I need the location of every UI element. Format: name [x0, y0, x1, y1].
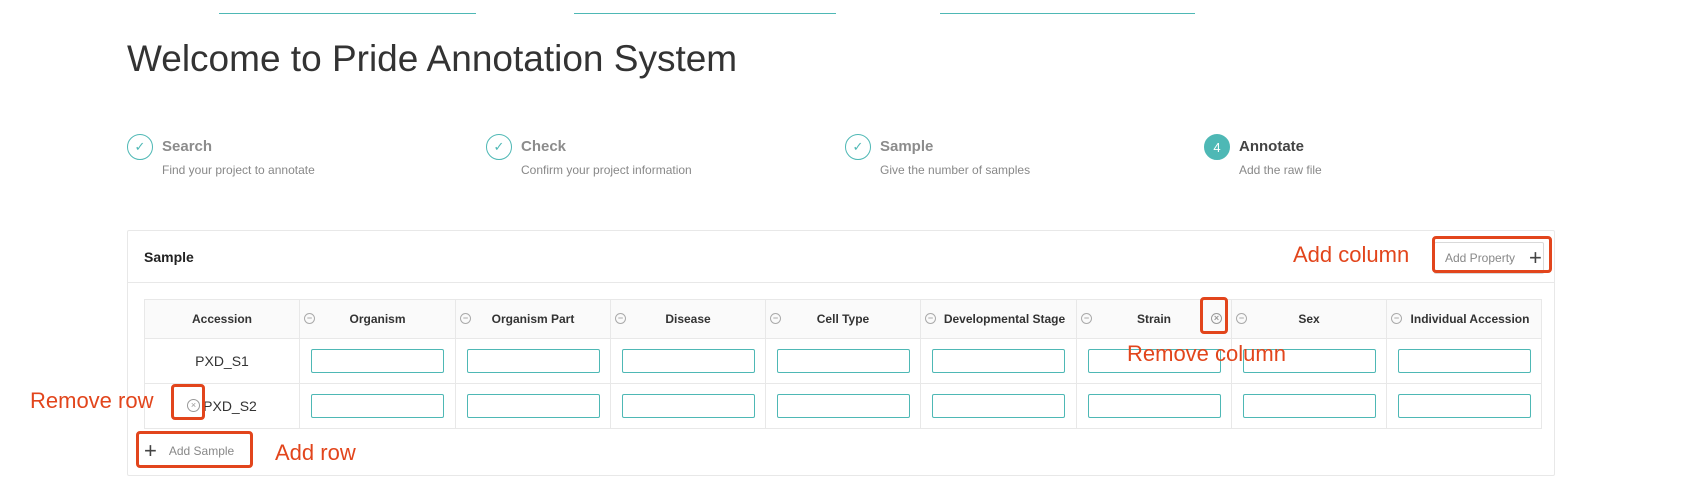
add-sample-button[interactable]: + Add Sample [139, 435, 249, 466]
page-title: Welcome to Pride Annotation System [127, 38, 738, 79]
check-icon: ✓ [486, 134, 512, 160]
annotation-remove-row: Remove row [30, 388, 154, 413]
step-connector [219, 13, 476, 14]
column-header: Accession [144, 299, 300, 339]
annotation-add-row: Add row [275, 440, 356, 465]
step-description: Add the raw file [1239, 163, 1322, 177]
remove-column-icon[interactable]: − [1391, 313, 1402, 324]
strain-input[interactable] [1087, 394, 1221, 418]
table-cell [610, 338, 766, 384]
step-connector [574, 13, 836, 14]
remove-column-icon[interactable]: − [1081, 313, 1092, 324]
disease-input[interactable] [621, 394, 755, 418]
step-title: Search [162, 138, 213, 155]
organism-part-input[interactable] [466, 394, 600, 418]
table-cell [1076, 383, 1232, 429]
annotation-add-column: Add column [1293, 242, 1410, 267]
individual-accession-input[interactable] [1397, 394, 1531, 418]
cell-type-input[interactable] [776, 394, 910, 418]
column-header: − Individual Accession [1386, 299, 1542, 339]
cell-type-input[interactable] [776, 349, 910, 373]
table-cell [455, 383, 611, 429]
column-header: − Developmental Stage [920, 299, 1077, 339]
close-circle-icon[interactable]: × [187, 399, 200, 412]
add-property-button[interactable]: Add Property + [1434, 242, 1544, 274]
step-title: Sample [880, 138, 934, 155]
add-sample-label: Add Sample [168, 443, 235, 458]
organism-part-input[interactable] [466, 349, 600, 373]
step-title: Check [521, 138, 567, 155]
sex-input[interactable] [1242, 394, 1376, 418]
column-header: − Cell Type [765, 299, 921, 339]
table-row: × PXD_S2 [144, 383, 1542, 429]
table-cell [610, 383, 766, 429]
plus-icon: + [144, 437, 157, 463]
check-icon: ✓ [845, 134, 871, 160]
step-connector [940, 13, 1195, 14]
table-cell [920, 383, 1077, 429]
step-description: Find your project to annotate [162, 163, 315, 177]
accession-cell: × PXD_S2 [144, 383, 300, 429]
add-property-label: Add Property [1445, 251, 1516, 265]
developmental-stage-input[interactable] [932, 349, 1065, 373]
annotation-remove-column: Remove column [1127, 341, 1286, 366]
step-description: Give the number of samples [880, 163, 1031, 177]
table-cell [299, 383, 456, 429]
column-header: − Disease [610, 299, 766, 339]
plus-icon: + [1529, 245, 1542, 270]
disease-input[interactable] [621, 349, 755, 373]
table-header-row: Accession − Organism − Organism Part − Dise… [144, 299, 1542, 339]
individual-accession-input[interactable] [1397, 349, 1531, 373]
table-cell [455, 338, 611, 384]
table-cell [299, 338, 456, 384]
table-cell [765, 383, 921, 429]
developmental-stage-input[interactable] [932, 394, 1065, 418]
table-cell [765, 338, 921, 384]
remove-column-icon[interactable]: − [304, 313, 315, 324]
table-cell [1231, 383, 1387, 429]
card-title: Sample [144, 249, 194, 265]
remove-column-icon[interactable]: − [615, 313, 626, 324]
remove-column-icon[interactable]: − [1236, 313, 1247, 324]
organism-input[interactable] [311, 394, 444, 418]
column-header: − Organism [299, 299, 456, 339]
remove-column-icon[interactable]: − [925, 313, 936, 324]
sample-table: Accession − Organism − Organism Part − Dise… [144, 299, 1542, 429]
organism-input[interactable] [311, 349, 444, 373]
step-number: 4 [1204, 134, 1230, 160]
table-cell [920, 338, 1077, 384]
step-title: Annotate [1239, 138, 1304, 155]
column-header: − Organism Part [455, 299, 611, 339]
table-cell [1386, 383, 1542, 429]
step-description: Confirm your project information [521, 163, 692, 177]
table-cell [1386, 338, 1542, 384]
accession-cell: PXD_S1 [144, 338, 300, 384]
column-header: − Sex [1231, 299, 1387, 339]
column-header: − Strain × [1076, 299, 1232, 339]
table-row: PXD_S1 [144, 338, 1542, 384]
check-icon: ✓ [127, 134, 153, 160]
remove-column-icon[interactable]: − [770, 313, 781, 324]
remove-column-icon[interactable]: − [460, 313, 471, 324]
close-circle-icon[interactable]: × [1211, 313, 1222, 324]
